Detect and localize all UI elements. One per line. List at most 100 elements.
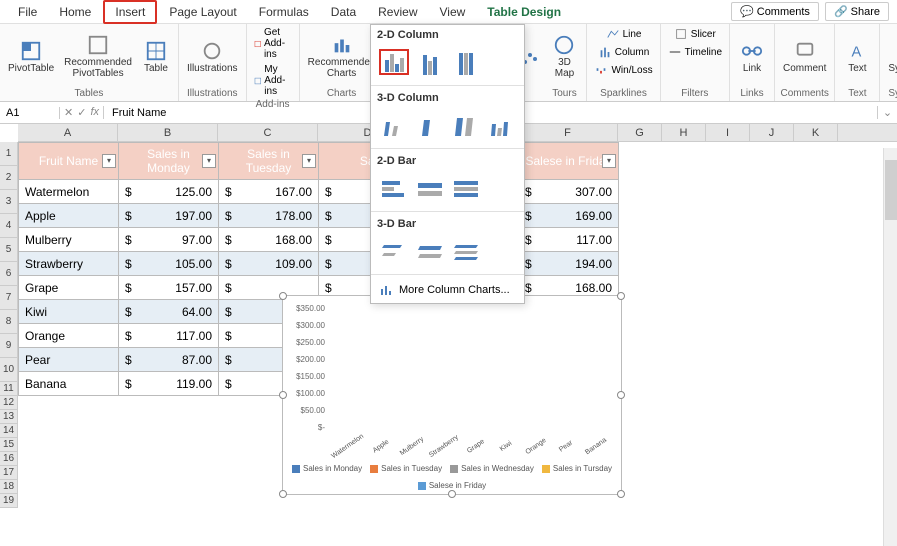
- row-header[interactable]: 10: [0, 358, 18, 382]
- illustrations-button[interactable]: Illustrations: [183, 38, 242, 76]
- row-header[interactable]: 15: [0, 438, 18, 452]
- recommended-pivot-button[interactable]: Recommended PivotTables: [60, 32, 136, 81]
- name-box[interactable]: A1: [0, 107, 60, 119]
- cell[interactable]: $117.00: [519, 228, 619, 252]
- cell[interactable]: Watermelon: [19, 180, 119, 204]
- comments-button[interactable]: 💬 Comments: [731, 2, 819, 21]
- table-button[interactable]: Table: [138, 38, 174, 76]
- cell[interactable]: $197.00: [119, 204, 219, 228]
- row-header[interactable]: 13: [0, 410, 18, 424]
- cancel-icon[interactable]: ✕: [64, 106, 73, 119]
- cell[interactable]: $169.00: [519, 204, 619, 228]
- row-header[interactable]: 19: [0, 494, 18, 508]
- cell[interactable]: Grape: [19, 276, 119, 300]
- cell[interactable]: $97.00: [119, 228, 219, 252]
- sparkline-line-button[interactable]: Line: [603, 26, 645, 42]
- row-header[interactable]: 3: [0, 190, 18, 214]
- col-header[interactable]: G: [618, 124, 662, 141]
- vertical-scrollbar[interactable]: [883, 148, 897, 546]
- pivot-table-button[interactable]: PivotTable: [4, 38, 58, 76]
- filter-dropdown-icon[interactable]: ▾: [102, 154, 116, 168]
- cell[interactable]: $194.00: [519, 252, 619, 276]
- 3d-map-button[interactable]: 3D Map: [546, 32, 582, 81]
- comment-button[interactable]: Comment: [779, 38, 830, 76]
- tab-insert[interactable]: Insert: [103, 0, 157, 24]
- symbols-button[interactable]: ΩSymbols: [884, 38, 897, 76]
- row-header[interactable]: 6: [0, 262, 18, 286]
- cell[interactable]: $87.00: [119, 348, 219, 372]
- col-header[interactable]: K: [794, 124, 838, 141]
- filter-dropdown-icon[interactable]: ▾: [302, 154, 316, 168]
- expand-formula-bar-icon[interactable]: ⌄: [877, 106, 897, 119]
- 3d-clustered-bar-option[interactable]: [379, 238, 409, 264]
- cell[interactable]: $125.00: [119, 180, 219, 204]
- cell[interactable]: $167.00: [219, 180, 319, 204]
- tab-home[interactable]: Home: [49, 2, 101, 22]
- tab-view[interactable]: View: [430, 2, 476, 22]
- col-header[interactable]: B: [118, 124, 218, 141]
- clustered-column-option[interactable]: [379, 49, 409, 75]
- sparkline-column-button[interactable]: Column: [595, 44, 652, 60]
- recommended-charts-button[interactable]: Recommended Charts: [304, 32, 380, 81]
- cell[interactable]: $105.00: [119, 252, 219, 276]
- share-button[interactable]: 🔗 Share: [825, 2, 889, 21]
- 3d-stacked-bar-option[interactable]: [415, 238, 445, 264]
- embedded-chart[interactable]: $350.00$300.00$250.00$200.00$150.00$100.…: [282, 295, 622, 495]
- row-header[interactable]: 17: [0, 466, 18, 480]
- row-header[interactable]: 8: [0, 310, 18, 334]
- tab-review[interactable]: Review: [368, 2, 427, 22]
- table-header[interactable]: Sales in Tuesday▾: [219, 143, 319, 180]
- my-addins-button[interactable]: My Add-ins: [251, 63, 295, 98]
- cell[interactable]: $64.00: [119, 300, 219, 324]
- col-header[interactable]: F: [518, 124, 618, 141]
- 100-stacked-bar-option[interactable]: [451, 175, 481, 201]
- cell[interactable]: $157.00: [119, 276, 219, 300]
- row-header[interactable]: 4: [0, 214, 18, 238]
- 3d-column-option[interactable]: [486, 112, 516, 138]
- cell[interactable]: Kiwi: [19, 300, 119, 324]
- row-header[interactable]: 16: [0, 452, 18, 466]
- slicer-button[interactable]: Slicer: [671, 26, 719, 42]
- col-header[interactable]: H: [662, 124, 706, 141]
- row-header[interactable]: 9: [0, 334, 18, 358]
- cell[interactable]: $307.00: [519, 180, 619, 204]
- 3d-100-stacked-column-option[interactable]: [451, 112, 481, 138]
- 3d-stacked-column-option[interactable]: [415, 112, 445, 138]
- link-button[interactable]: Link: [734, 38, 770, 76]
- get-addins-button[interactable]: Get Add-ins: [251, 26, 295, 61]
- row-header[interactable]: 1: [0, 142, 18, 166]
- filter-dropdown-icon[interactable]: ▾: [602, 154, 616, 168]
- cell[interactable]: Mulberry: [19, 228, 119, 252]
- cell[interactable]: Banana: [19, 372, 119, 396]
- timeline-button[interactable]: Timeline: [665, 44, 725, 60]
- cell[interactable]: $119.00: [119, 372, 219, 396]
- table-header[interactable]: Fruit Name▾: [19, 143, 119, 180]
- clustered-bar-option[interactable]: [379, 175, 409, 201]
- tab-file[interactable]: File: [8, 2, 47, 22]
- 3d-100-stacked-bar-option[interactable]: [451, 238, 481, 264]
- 3d-clustered-column-option[interactable]: [379, 112, 409, 138]
- cell[interactable]: $117.00: [119, 324, 219, 348]
- col-header[interactable]: I: [706, 124, 750, 141]
- row-header[interactable]: 12: [0, 396, 18, 410]
- tab-pagelayout[interactable]: Page Layout: [159, 2, 246, 22]
- cell[interactable]: $168.00: [219, 228, 319, 252]
- 100-stacked-column-option[interactable]: [451, 49, 481, 75]
- col-header[interactable]: J: [750, 124, 794, 141]
- tab-data[interactable]: Data: [321, 2, 366, 22]
- filter-dropdown-icon[interactable]: ▾: [202, 154, 216, 168]
- fx-icon[interactable]: fx: [90, 106, 99, 119]
- cell[interactable]: $109.00: [219, 252, 319, 276]
- row-header[interactable]: 14: [0, 424, 18, 438]
- row-header[interactable]: 2: [0, 166, 18, 190]
- cell[interactable]: Strawberry: [19, 252, 119, 276]
- cell[interactable]: Pear: [19, 348, 119, 372]
- col-header[interactable]: C: [218, 124, 318, 141]
- tab-table-design[interactable]: Table Design: [477, 2, 571, 22]
- cell[interactable]: $178.00: [219, 204, 319, 228]
- tab-formulas[interactable]: Formulas: [249, 2, 319, 22]
- sparkline-winloss-button[interactable]: Win/Loss: [591, 62, 655, 78]
- table-header[interactable]: Salese in Friday▾: [519, 143, 619, 180]
- enter-icon[interactable]: ✓: [77, 106, 86, 119]
- table-header[interactable]: Sales in Monday▾: [119, 143, 219, 180]
